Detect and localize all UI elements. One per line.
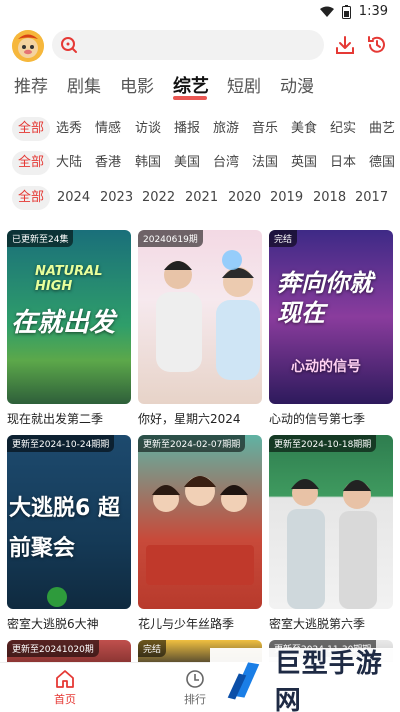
filter-row-region: 全部 大陆 香港 韩国 美国 台湾 法国 英国 日本 德国 [0,151,400,175]
filter-row-type: 全部 选秀 情感 访谈 播报 旅游 音乐 美食 纪实 曲艺 [0,117,400,141]
poster-people-illustration [146,476,254,585]
filter-type-chip[interactable]: 音乐 [252,117,278,141]
filter-region-chip[interactable]: 英国 [291,151,317,175]
poster-art-text: 在就出发 [11,308,116,338]
category-tabs: 推荐 剧集 电影 综艺 短剧 动漫 [0,72,400,106]
poster-logo: NATURAL HIGH [35,264,103,294]
battery-icon [341,4,351,19]
show-title: 你好，星期六2024 [138,412,241,426]
home-icon [56,670,74,688]
update-badge: 完结 [138,640,167,657]
show-poster: 更新至2024-10-18期期 [269,435,393,609]
poster-logo: 心动的信号 [291,359,361,375]
nav-home[interactable]: 首页 [35,669,95,707]
status-icons: 1:39 [319,4,388,19]
update-badge: 更新至20241020期 [7,640,99,657]
filter-type-all[interactable]: 全部 [12,117,51,141]
show-card[interactable]: NATURAL HIGH 在就出发 已更新至24集 现在就出发第二季 [7,230,131,427]
download-icon[interactable] [334,34,356,56]
show-card[interactable]: 更新至2024-02-07期期 花儿与少年丝路季 [138,435,262,632]
filter-type-chip[interactable]: 播报 [174,117,200,141]
tab-variety[interactable]: 综艺 [173,72,209,98]
filter-year-chip[interactable]: 2019 [270,186,303,210]
rank-icon [186,670,204,688]
watermark-text: 巨型手游网 [274,649,383,712]
show-title: 花儿与少年丝路季 [138,617,235,631]
filter-type-chip[interactable]: 选秀 [56,117,82,141]
filter-type-chip[interactable]: 曲艺 [369,117,395,141]
active-tab-indicator [173,96,207,100]
filter-year-chip[interactable]: 2017 [355,186,388,210]
tab-series[interactable]: 剧集 [67,72,101,97]
filter-region-all[interactable]: 全部 [12,151,51,175]
show-title: 密室大逃脱第六季 [269,617,366,631]
update-badge: 已更新至24集 [7,230,74,247]
update-badge: 更新至2024-10-24期期 [7,435,115,452]
filter-type-chip[interactable]: 旅游 [213,117,239,141]
show-poster: 更新至2024-02-07期期 [138,435,262,609]
show-title: 现在就出发第二季 [7,412,104,426]
filter-region-chip[interactable]: 韩国 [135,151,161,175]
update-badge: 完结 [269,230,298,247]
search-row [0,28,400,64]
search-icon [61,37,77,53]
show-poster: NATURAL HIGH 在就出发 已更新至24集 [7,230,131,404]
poster-art-text: 奔向你就现在 [277,269,373,327]
show-poster: 大逃脱6 超前聚会 更新至2024-10-24期期 [7,435,131,609]
filter-region-chip[interactable]: 香港 [95,151,121,175]
poster-art-text: 大逃脱6 超前聚会 [9,496,120,561]
update-badge: 更新至2024-02-07期期 [138,435,246,452]
filter-type-chip[interactable]: 纪实 [330,117,356,141]
show-card[interactable]: 20240619期 你好，星期六2024 [138,230,262,427]
show-poster: 20240619期 [138,230,262,404]
avatar[interactable] [12,30,44,62]
filter-type-chip[interactable]: 情感 [95,117,121,141]
filter-row-year: 全部 2024 2023 2022 2021 2020 2019 2018 20… [0,186,400,210]
show-card[interactable]: 大逃脱6 超前聚会 更新至2024-10-24期期 密室大逃脱6大神 [7,435,131,632]
filter-region-chip[interactable]: 法国 [252,151,278,175]
filter-year-chip[interactable]: 2023 [100,186,133,210]
tab-anime[interactable]: 动漫 [280,72,314,97]
wifi-icon [319,6,334,17]
show-card[interactable]: 奔向你就现在 心动的信号 完结 心动的信号第七季 [269,230,393,427]
history-icon[interactable] [366,34,388,56]
poster-people-illustration [156,250,260,380]
tab-movies[interactable]: 电影 [120,72,154,97]
filter-region-chip[interactable]: 台湾 [213,151,239,175]
update-badge: 20240619期 [138,230,203,247]
search-input[interactable] [52,30,324,60]
status-time: 1:39 [358,4,388,19]
show-poster: 奔向你就现在 心动的信号 完结 [269,230,393,404]
filter-type-chip[interactable]: 美食 [291,117,317,141]
status-bar: 1:39 [0,0,400,24]
poster-people-illustration [287,479,377,609]
tab-recommend[interactable]: 推荐 [14,72,48,97]
filter-region-chip[interactable]: 美国 [174,151,200,175]
show-title: 密室大逃脱6大神 [7,617,99,631]
filter-year-chip[interactable]: 2024 [57,186,90,210]
watermark-logo-icon [227,662,260,700]
filter-region-chip[interactable]: 日本 [330,151,356,175]
filter-region-chip[interactable]: 德国 [369,151,395,175]
filter-year-all[interactable]: 全部 [12,186,51,210]
filter-year-chip[interactable]: 2021 [185,186,218,210]
show-title: 心动的信号第七季 [269,412,366,426]
filter-year-chip[interactable]: 2018 [313,186,346,210]
filter-year-chip[interactable]: 2020 [228,186,261,210]
update-badge: 更新至2024-10-18期期 [269,435,377,452]
filter-year-chip[interactable]: 2022 [142,186,175,210]
nav-rank-label: 排行 [184,693,206,706]
filter-type-chip[interactable]: 访谈 [135,117,161,141]
tab-short-drama[interactable]: 短剧 [227,72,261,97]
nav-home-label: 首页 [54,693,76,706]
poster-ball-icon [47,587,67,607]
filter-region-chip[interactable]: 大陆 [56,151,82,175]
show-card[interactable]: 更新至2024-10-18期期 密室大逃脱第六季 [269,435,393,632]
site-watermark: 巨型手游网 [210,648,400,712]
